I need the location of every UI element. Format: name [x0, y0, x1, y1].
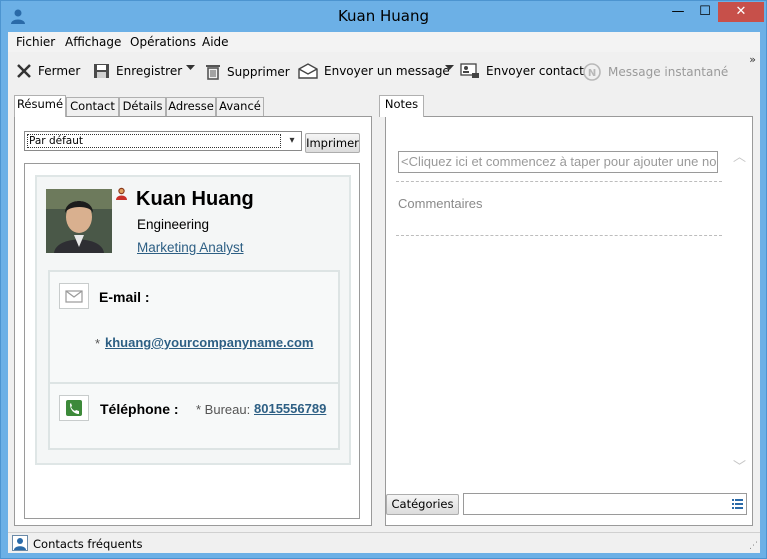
svg-text:N: N [588, 68, 596, 79]
phone-icon [59, 395, 89, 421]
send-contact-label: Envoyer contact [486, 64, 584, 78]
toolbar: Fermer Enregistrer Supprimer Envoyer un … [8, 53, 760, 89]
caret-down-icon [445, 65, 454, 70]
view-select[interactable]: Par défaut ▾ [24, 131, 302, 151]
view-select-value: Par défaut [27, 134, 281, 148]
contact-info-box [48, 270, 340, 450]
status-text: Contacts fréquents [33, 537, 143, 551]
scroll-down-icon[interactable]: ﹀ [733, 456, 746, 475]
send-contact-button[interactable]: Envoyer contact [460, 63, 584, 79]
save-disk-icon [94, 64, 109, 78]
send-message-dropdown-arrow[interactable] [445, 65, 460, 71]
tab-adresse[interactable]: Adresse [166, 97, 216, 116]
close-contact-button[interactable]: Fermer [16, 63, 80, 79]
toolbar-overflow-chevron[interactable]: » [749, 53, 756, 66]
save-button[interactable]: Enregistrer [93, 63, 182, 79]
phone-type-label: * Bureau: [196, 402, 251, 417]
trash-icon [206, 65, 220, 80]
notes-panel [385, 116, 753, 526]
info-divider [48, 382, 340, 384]
email-bullet: * [95, 336, 101, 351]
send-message-button[interactable]: Envoyer un message [298, 63, 450, 79]
presence-icon [116, 187, 127, 203]
tab-notes[interactable]: Notes [379, 95, 424, 117]
menu-bar: Fichier Affichage Opérations Aide [8, 32, 760, 52]
scroll-up-icon[interactable]: ︿ [733, 146, 746, 165]
chevron-down-icon: ▾ [289, 135, 295, 146]
instant-message-button[interactable]: N Message instantané [582, 63, 728, 81]
contact-role-link[interactable]: Marketing Analyst [137, 240, 244, 255]
notes-divider-top [396, 181, 722, 182]
maximize-button[interactable]: ☐ [692, 2, 718, 22]
contact-window: Kuan Huang — ☐ ✕ Fichier Affichage Opéra… [0, 0, 767, 559]
print-button[interactable]: Imprimer [305, 133, 360, 153]
resize-grip-icon[interactable]: ⋰ [749, 541, 758, 551]
instant-message-label: Message instantané [608, 65, 729, 79]
delete-button[interactable]: Supprimer [205, 63, 290, 80]
delete-label: Supprimer [227, 64, 290, 79]
phone-label: Téléphone : [100, 401, 179, 417]
save-label: Enregistrer [116, 64, 183, 78]
close-contact-label: Fermer [38, 64, 81, 78]
menu-fichier[interactable]: Fichier [16, 35, 55, 49]
tab-avance[interactable]: Avancé [216, 97, 264, 116]
list-icon[interactable] [732, 498, 743, 512]
send-message-label: Envoyer un message [324, 64, 450, 78]
instant-message-icon: N [583, 63, 601, 81]
contact-name: Kuan Huang [136, 188, 254, 210]
minimize-button[interactable]: — [664, 2, 692, 22]
title-bar[interactable]: Kuan Huang — ☐ ✕ [1, 1, 766, 32]
categories-button[interactable]: Catégories [386, 494, 459, 515]
email-label: E-mail : [99, 289, 150, 305]
contacts-icon [12, 535, 28, 554]
caret-down-icon [186, 65, 195, 70]
contact-photo[interactable] [46, 189, 112, 253]
contact-department: Engineering [137, 217, 210, 232]
tab-resume[interactable]: Résumé [14, 95, 66, 117]
phone-link[interactable]: 8015556789 [254, 401, 326, 416]
contact-card-icon [460, 63, 479, 78]
client-area: Fichier Affichage Opérations Aide Fermer… [8, 32, 760, 553]
notes-input[interactable]: <Cliquez ici et commencez à taper pour a… [398, 151, 718, 173]
comments-label: Commentaires [398, 196, 483, 211]
tab-details[interactable]: Détails [119, 97, 166, 116]
email-icon [59, 283, 89, 309]
menu-aide[interactable]: Aide [202, 35, 229, 49]
categories-field[interactable] [463, 493, 747, 515]
save-dropdown-arrow[interactable] [186, 65, 201, 71]
close-x-icon [17, 64, 31, 78]
status-bar: Contacts fréquents ⋰ [8, 532, 760, 553]
window-title: Kuan Huang [337, 7, 430, 25]
close-window-button[interactable]: ✕ [718, 2, 764, 22]
tab-contact[interactable]: Contact [66, 97, 119, 116]
email-link[interactable]: khuang@yourcompanyname.com [105, 335, 313, 350]
notes-divider-bottom [396, 235, 722, 236]
envelope-icon [298, 63, 318, 79]
menu-affichage[interactable]: Affichage [65, 35, 121, 49]
menu-operations[interactable]: Opérations [130, 35, 196, 49]
